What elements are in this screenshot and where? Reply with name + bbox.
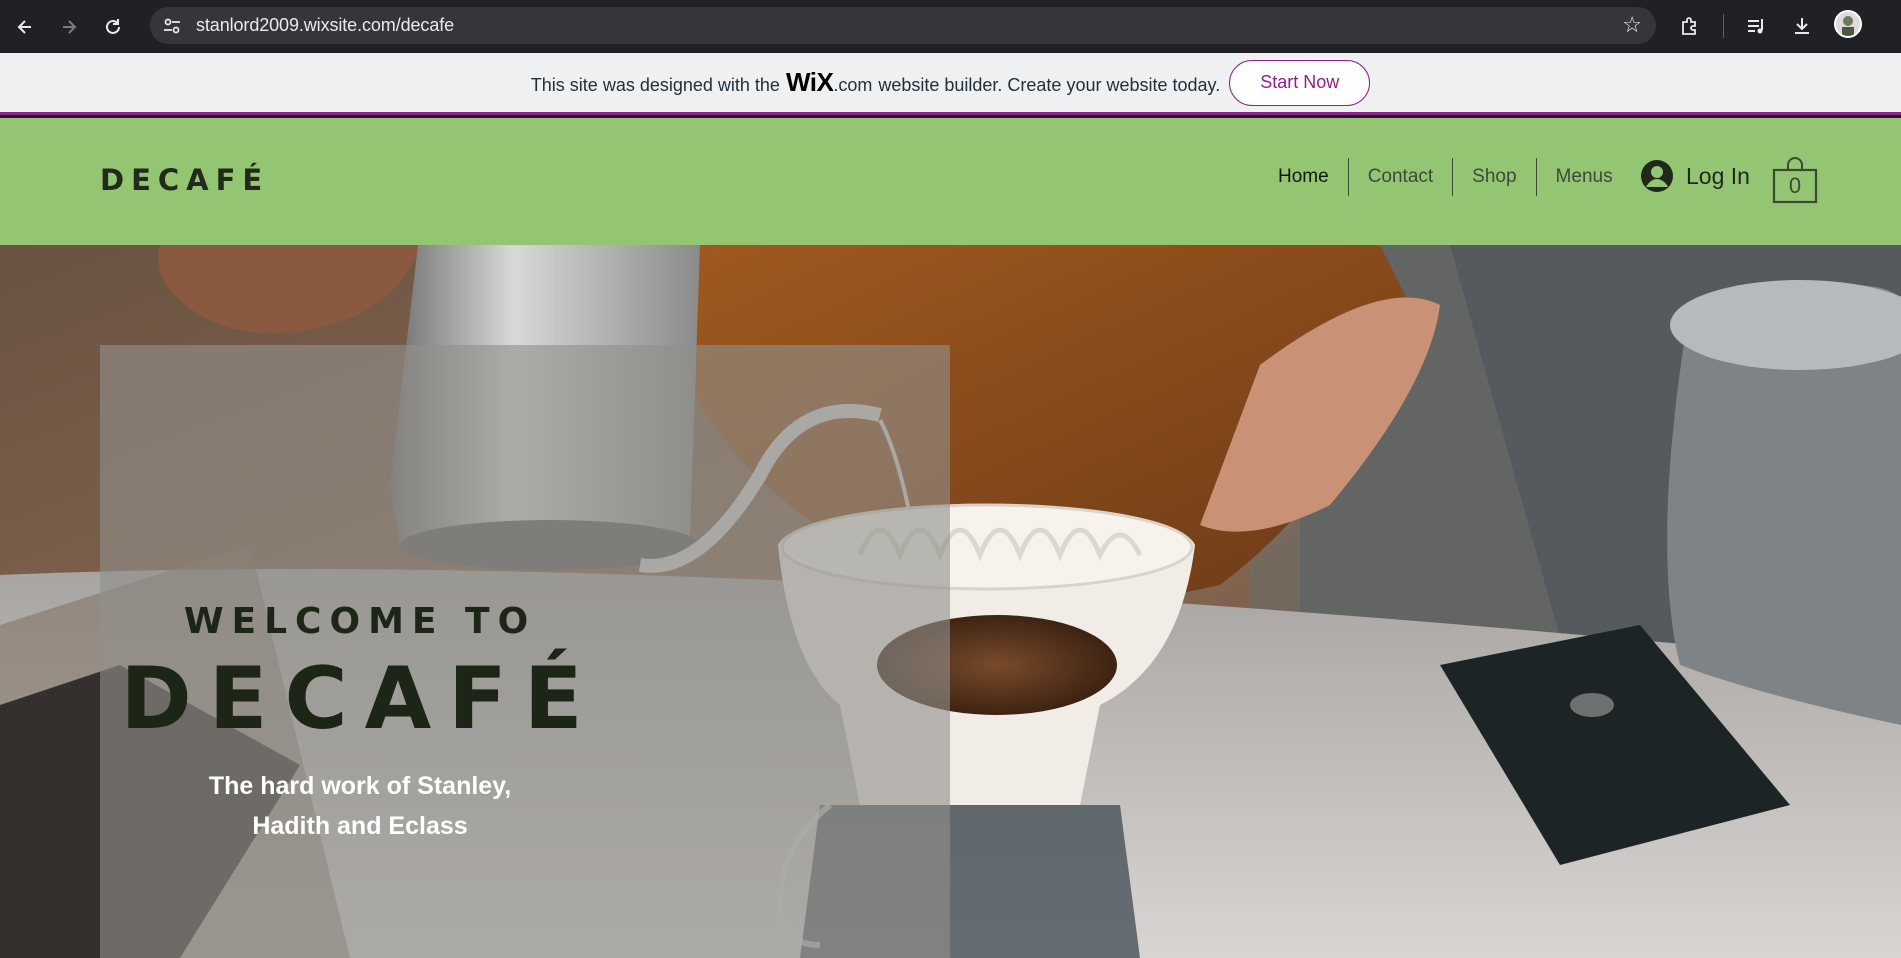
hero-subtitle-line1: The hard work of Stanley,	[208, 772, 512, 800]
bookmark-star-icon[interactable]: ☆	[1622, 12, 1642, 38]
hero-welcome-text: WELCOME TO	[183, 601, 537, 642]
nav-contact[interactable]: Contact	[1347, 158, 1452, 196]
hero-section: WELCOME TO DECAFÉ The hard work of Stanl…	[0, 245, 1901, 958]
wix-banner-text-before: This site was designed with the	[530, 75, 780, 95]
nav-shop[interactable]: Shop	[1452, 158, 1535, 196]
download-icon[interactable]	[1784, 8, 1820, 44]
login-button[interactable]: Log In	[1640, 159, 1750, 193]
login-label: Log In	[1686, 162, 1750, 189]
forward-icon[interactable]	[50, 8, 88, 46]
back-icon[interactable]	[6, 8, 44, 46]
nav-menus[interactable]: Menus	[1535, 158, 1632, 196]
cart-count: 0	[1788, 173, 1802, 198]
site-info-icon[interactable]	[154, 11, 190, 41]
wix-logo-suffix: .com	[833, 75, 873, 95]
hero-subtitle-line2: Hadith and Eclass	[252, 812, 468, 840]
toolbar-divider	[1723, 14, 1724, 38]
wix-promo-banner: This site was designed with the WiX .com…	[0, 53, 1901, 115]
url-text[interactable]: stanlord2009.wixsite.com/decafe	[196, 15, 454, 36]
browser-toolbar: stanlord2009.wixsite.com/decafe ☆	[0, 0, 1901, 53]
user-avatar-icon	[1641, 160, 1673, 192]
site-header: DECAFÉ Home Contact Shop Menus Log In 0	[0, 118, 1901, 245]
wix-banner-text-after: website builder. Create your website tod…	[878, 75, 1221, 95]
site-logo[interactable]: DECAFÉ	[100, 163, 269, 197]
extensions-icon[interactable]	[1672, 8, 1708, 44]
wix-banner-text: This site was designed with the WiX .com…	[531, 67, 1220, 98]
hero-title: DECAFÉ	[120, 649, 600, 749]
wix-logo[interactable]: WiX	[786, 67, 834, 98]
nav-home[interactable]: Home	[1259, 158, 1348, 196]
site-nav: Home Contact Shop Menus	[1259, 158, 1632, 196]
hero-subtitle: The hard work of Stanley, Hadith and Ecl…	[100, 766, 950, 846]
address-bar[interactable]: stanlord2009.wixsite.com/decafe ☆	[150, 7, 1656, 44]
cart-button[interactable]: 0	[1772, 156, 1818, 204]
media-icon[interactable]	[1738, 8, 1774, 44]
reload-icon[interactable]	[94, 8, 132, 46]
start-now-button[interactable]: Start Now	[1229, 59, 1371, 106]
profile-avatar[interactable]	[1834, 10, 1862, 38]
